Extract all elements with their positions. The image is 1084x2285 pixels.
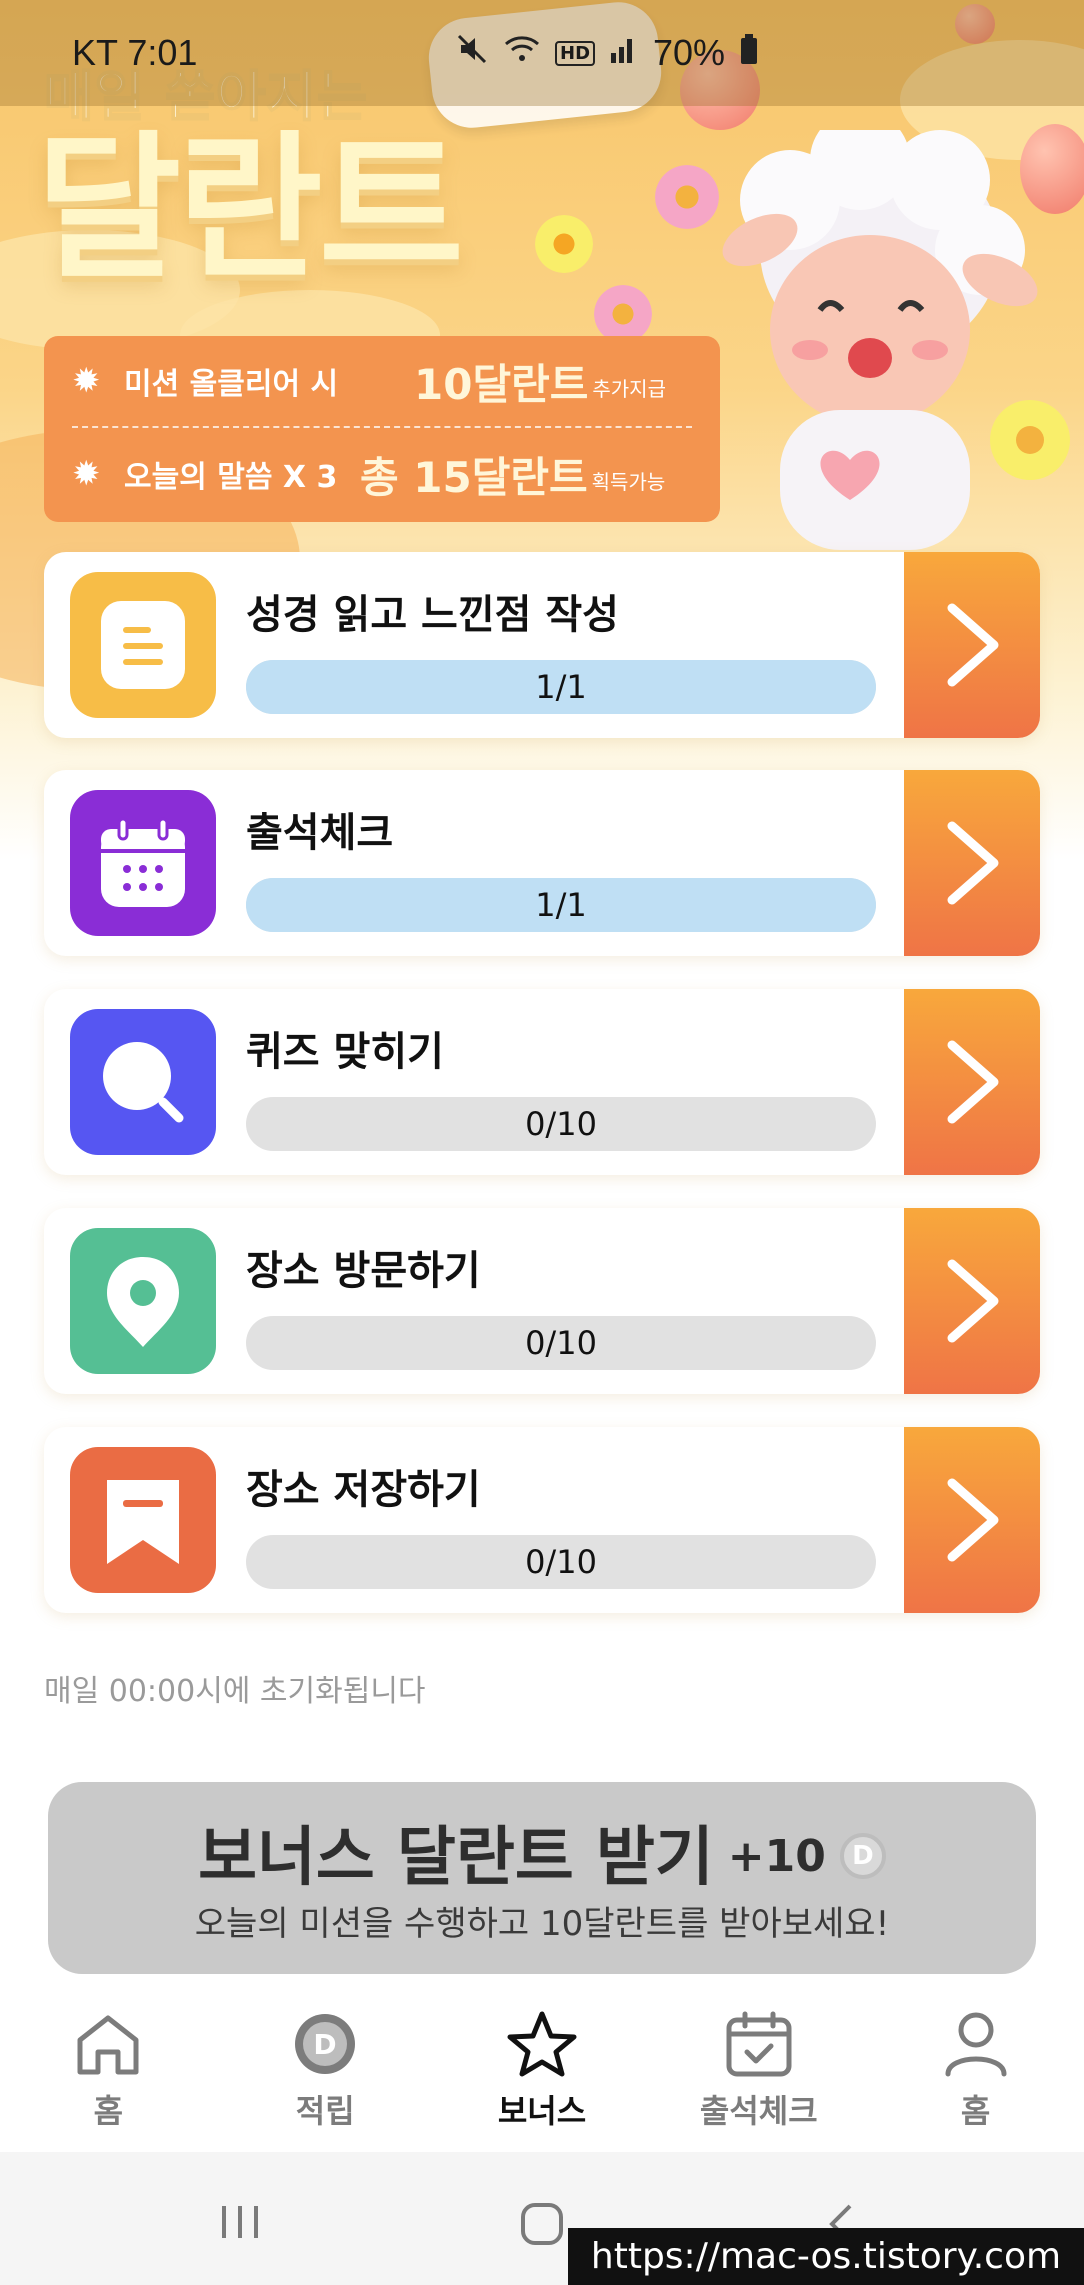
mission-title: 퀴즈 맞히기 — [246, 1029, 444, 1075]
nav-label: 홈 — [960, 2092, 991, 2130]
reward-label: 미션 올클리어 시 — [124, 367, 339, 402]
reset-note: 매일 00:00시에 초기화됩니다 — [44, 1674, 426, 1709]
mission-go-button[interactable] — [904, 552, 1040, 738]
reward-info-box: ✹ 미션 올클리어 시 10달란트 추가지급 ✹ 오늘의 말씀 X 3 총 15… — [44, 336, 720, 522]
hero-title: 달란트 — [36, 117, 464, 301]
star-icon — [507, 2011, 577, 2077]
mission-card[interactable]: 장소 방문하기 0/10 — [44, 1208, 1040, 1394]
flower-decoration — [594, 285, 652, 343]
progress-text: 1/1 — [535, 668, 587, 706]
recent-apps-button[interactable] — [218, 2202, 262, 2246]
progress-text: 0/10 — [525, 1543, 597, 1581]
mission-progress-bar: 0/10 — [246, 1097, 876, 1151]
bonus-title: 보너스 달란트 받기 — [198, 1821, 714, 1895]
mission-card[interactable]: 출석체크 1/1 — [44, 770, 1040, 956]
mute-icon — [455, 32, 489, 75]
mission-title: 장소 방문하기 — [246, 1248, 481, 1294]
mission-progress-bar: 0/10 — [246, 1535, 876, 1589]
mission-title: 출석체크 — [246, 810, 394, 856]
search-icon — [70, 1009, 216, 1155]
coin-icon: D — [295, 2014, 356, 2074]
nav-label: 적립 — [295, 2092, 355, 2130]
svg-text:D: D — [314, 2028, 337, 2061]
chevron-right-icon — [947, 1040, 999, 1124]
progress-text: 0/10 — [525, 1105, 597, 1143]
mission-progress-bar: 1/1 — [246, 660, 876, 714]
signal-icon — [609, 33, 639, 74]
carrier-time: KT 7:01 — [72, 32, 198, 73]
sparkle-icon: ✹ — [72, 454, 101, 494]
nav-item-attendance[interactable]: 출석체크 — [650, 1990, 867, 2152]
mission-progress-bar: 1/1 — [246, 878, 876, 932]
battery-icon — [739, 32, 759, 75]
bonus-subtitle: 오늘의 미션을 수행하고 10달란트를 받아보세요! — [194, 1904, 890, 1944]
bonus-claim-button[interactable]: 보너스 달란트 받기 +10 D 오늘의 미션을 수행하고 10달란트를 받아보… — [48, 1782, 1036, 1974]
progress-text: 0/10 — [525, 1324, 597, 1362]
chevron-right-icon — [947, 1259, 999, 1343]
bonus-amount: +10 — [727, 1830, 826, 1882]
reward-suffix: 추가지급 — [592, 376, 666, 401]
progress-text: 1/1 — [535, 886, 587, 924]
calendar-check-icon — [726, 2011, 792, 2077]
note-icon — [70, 572, 216, 718]
nav-item-bonus[interactable]: 보너스 — [434, 1990, 651, 2152]
mission-card[interactable]: 성경 읽고 느낀점 작성 1/1 — [44, 552, 1040, 738]
home-icon — [77, 2015, 139, 2075]
person-icon — [945, 2012, 1007, 2077]
mission-go-button[interactable] — [904, 1427, 1040, 1613]
nav-item-home[interactable]: 홈 — [0, 1990, 217, 2152]
nav-item-profile[interactable]: 홈 — [867, 1990, 1084, 2152]
mission-go-button[interactable] — [904, 1208, 1040, 1394]
home-system-button[interactable] — [520, 2202, 564, 2250]
chevron-right-icon — [947, 821, 999, 905]
bottom-navigation: 홈 D 적립 보너스 출석체크 홈 — [0, 1990, 1084, 2152]
sparkle-icon: ✹ — [72, 361, 101, 401]
nav-item-earn[interactable]: D 적립 — [217, 1990, 434, 2152]
chevron-right-icon — [947, 1478, 999, 1562]
mission-go-button[interactable] — [904, 770, 1040, 956]
mission-title: 성경 읽고 느낀점 작성 — [246, 592, 619, 638]
sheep-character-illustration — [700, 110, 1084, 550]
watermark: https://mac-os.tistory.com — [568, 2228, 1084, 2285]
home-circle-icon — [521, 2203, 563, 2245]
nav-label: 출석체크 — [699, 2092, 818, 2130]
mission-title: 장소 저장하기 — [246, 1467, 481, 1513]
location-pin-icon — [70, 1228, 216, 1374]
hd-icon: HD — [555, 40, 596, 66]
reward-row-verse: ✹ 오늘의 말씀 X 3 총 15달란트 획득가능 — [72, 426, 692, 520]
reward-label: 오늘의 말씀 X 3 — [124, 460, 338, 495]
chevron-right-icon — [947, 603, 999, 687]
mission-card[interactable]: 장소 저장하기 0/10 — [44, 1427, 1040, 1613]
wifi-icon — [503, 32, 541, 75]
recent-apps-icon — [222, 2206, 258, 2238]
battery-percentage: 70% — [653, 32, 726, 73]
reward-row-allclear: ✹ 미션 올클리어 시 10달란트 추가지급 — [72, 336, 692, 426]
mission-progress-bar: 0/10 — [246, 1316, 876, 1370]
reward-value: 총 15달란트 — [360, 452, 588, 502]
reward-suffix: 획득가능 — [591, 469, 666, 494]
flower-decoration — [535, 215, 593, 273]
nav-label: 홈 — [93, 2092, 124, 2130]
mission-card[interactable]: 퀴즈 맞히기 0/10 — [44, 989, 1040, 1175]
reward-value: 10달란트 — [414, 359, 589, 409]
mission-go-button[interactable] — [904, 989, 1040, 1175]
status-bar: KT 7:01 HD 70% — [0, 0, 1084, 106]
nav-label: 보너스 — [497, 2092, 587, 2130]
bookmark-icon — [70, 1447, 216, 1593]
coin-icon: D — [839, 1833, 886, 1879]
calendar-icon — [70, 790, 216, 936]
